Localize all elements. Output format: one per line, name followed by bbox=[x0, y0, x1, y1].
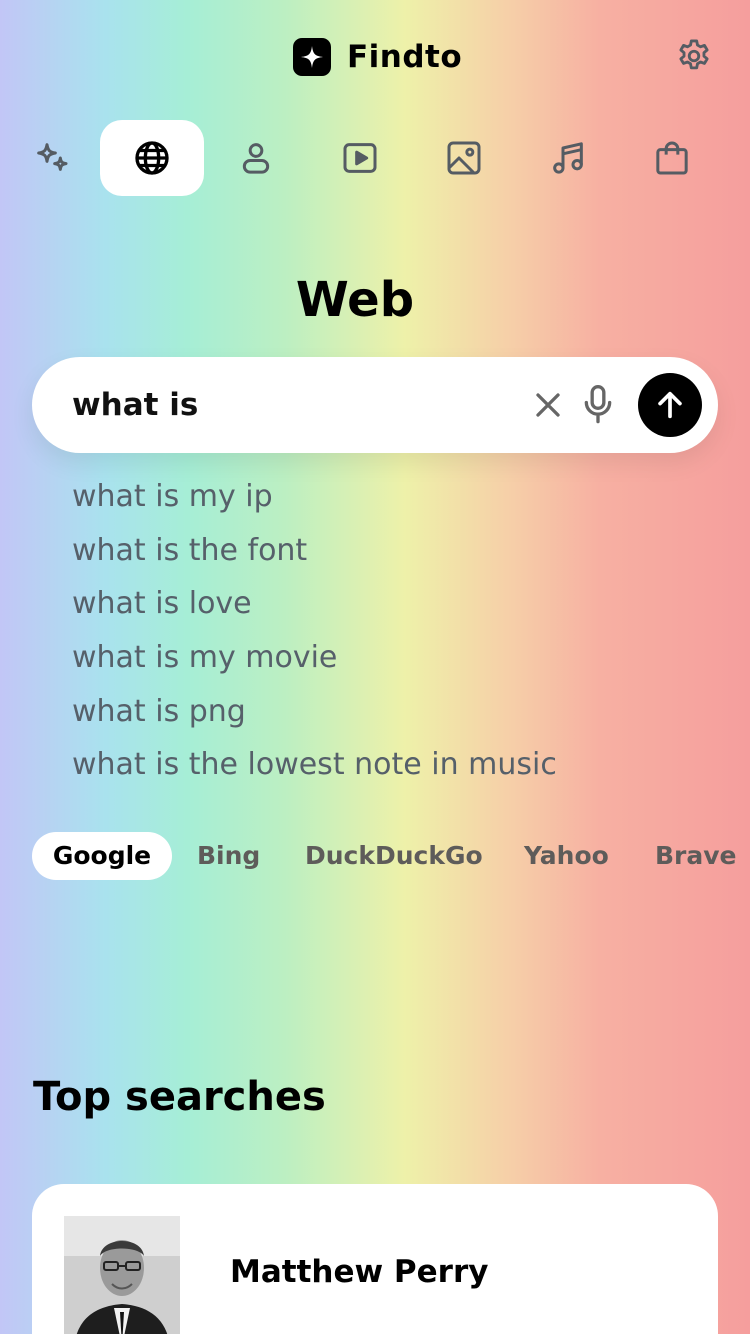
tab-music[interactable] bbox=[516, 120, 620, 196]
globe-icon bbox=[135, 141, 169, 175]
settings-button[interactable] bbox=[675, 37, 713, 75]
suggestion-item[interactable]: what is the lowest note in music bbox=[72, 742, 712, 796]
suggestion-item[interactable]: what is love bbox=[72, 581, 712, 635]
user-icon bbox=[242, 143, 270, 174]
top-search-name: Matthew Perry bbox=[230, 1254, 489, 1290]
suggestion-list: what is my ip what is the font what is l… bbox=[72, 474, 712, 796]
bag-icon bbox=[656, 141, 688, 175]
play-icon bbox=[343, 143, 377, 173]
close-icon bbox=[536, 393, 560, 417]
tab-people[interactable] bbox=[204, 120, 308, 196]
tab-shopping[interactable] bbox=[620, 120, 724, 196]
tab-web[interactable] bbox=[100, 120, 204, 196]
engine-yahoo[interactable]: Yahoo bbox=[524, 832, 609, 880]
image-icon bbox=[447, 141, 481, 175]
engine-bing[interactable]: Bing bbox=[197, 832, 260, 880]
search-input[interactable] bbox=[72, 381, 512, 429]
search-engine-selector: Google Bing DuckDuckGo Yahoo Brave bbox=[32, 832, 750, 882]
top-search-card[interactable]: Matthew Perry bbox=[32, 1184, 718, 1334]
findto-logo-icon bbox=[293, 38, 331, 76]
music-icon bbox=[553, 142, 583, 174]
tab-ai[interactable] bbox=[0, 120, 104, 196]
tab-videos[interactable] bbox=[308, 120, 412, 196]
engine-duckduckgo[interactable]: DuckDuckGo bbox=[305, 832, 483, 880]
brand[interactable]: Findto bbox=[293, 38, 462, 76]
search-bar bbox=[32, 357, 718, 453]
person-photo bbox=[64, 1216, 180, 1334]
suggestion-item[interactable]: what is png bbox=[72, 689, 712, 743]
voice-search-button[interactable] bbox=[578, 383, 618, 427]
engine-google[interactable]: Google bbox=[32, 832, 172, 880]
microphone-icon bbox=[584, 385, 612, 424]
sparkles-icon bbox=[37, 143, 68, 171]
category-tabs bbox=[0, 120, 750, 196]
engine-brave[interactable]: Brave bbox=[655, 832, 737, 880]
page-title: Web bbox=[295, 272, 415, 328]
gear-icon bbox=[679, 39, 709, 70]
app-header: Findto bbox=[0, 0, 750, 116]
search-submit-button[interactable] bbox=[638, 373, 702, 437]
suggestion-item[interactable]: what is the font bbox=[72, 528, 712, 582]
suggestion-item[interactable]: what is my movie bbox=[72, 635, 712, 689]
suggestion-item[interactable]: what is my ip bbox=[72, 474, 712, 528]
brand-name: Findto bbox=[347, 39, 463, 75]
arrow-up-icon bbox=[658, 391, 682, 419]
tab-images[interactable] bbox=[412, 120, 516, 196]
clear-button[interactable] bbox=[528, 385, 568, 425]
top-searches-heading: Top searches bbox=[33, 1074, 326, 1120]
